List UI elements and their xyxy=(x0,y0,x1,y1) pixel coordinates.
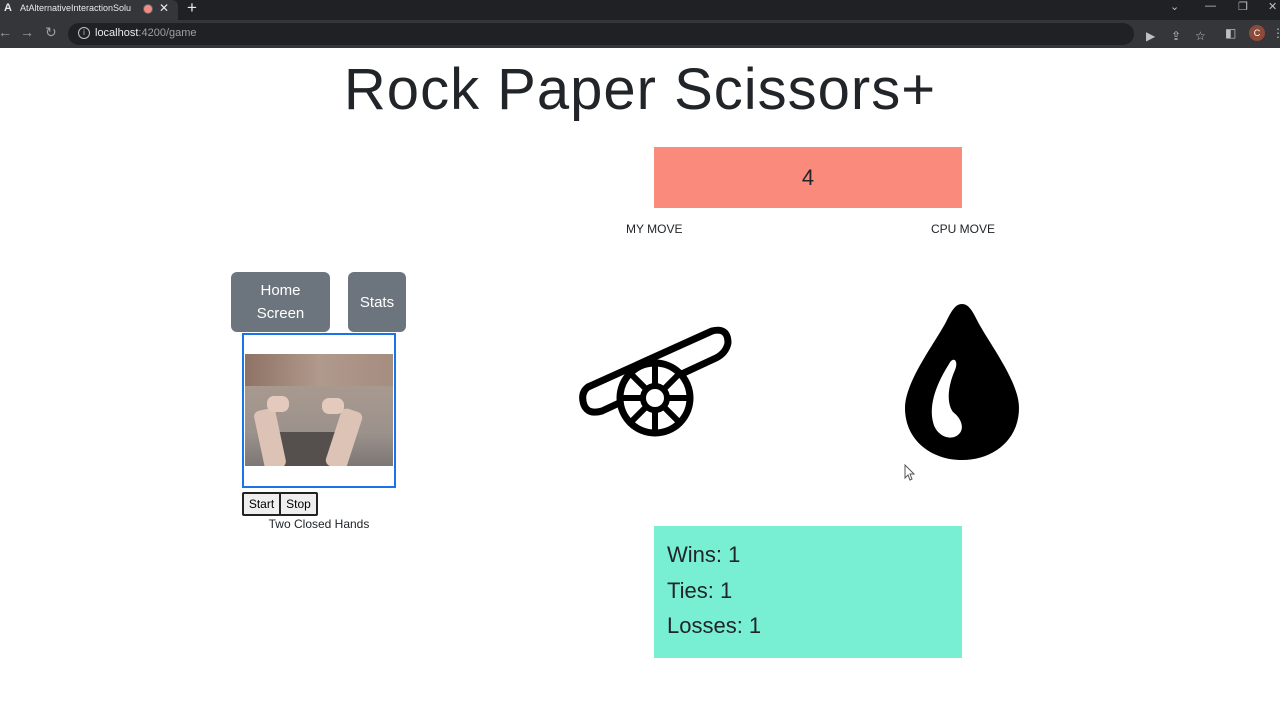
restore-icon[interactable]: ❐ xyxy=(1238,0,1248,13)
stop-button[interactable]: Stop xyxy=(279,492,318,516)
home-screen-label: Home Screen xyxy=(257,279,305,325)
share-icon[interactable]: ⇪ xyxy=(1171,29,1181,43)
webcam-background xyxy=(245,354,393,386)
browser-titlebar: A AtAlternativeInteractionSolu ✕ + ⌄ — ❐… xyxy=(0,0,1280,20)
page-title: Rock Paper Scissors+ xyxy=(343,57,937,122)
stats-button-label: Stats xyxy=(359,293,395,311)
home-screen-label-line2: Screen xyxy=(256,305,305,322)
right-fist xyxy=(322,398,344,414)
webcam-panel xyxy=(242,333,396,488)
browser-toolbar: ← → ↻ i localhost:4200/game ▶ ⇪ ☆ ◧ C ⋮ xyxy=(0,20,1280,48)
angular-logo-icon: A xyxy=(4,2,12,14)
address-bar[interactable]: i localhost:4200/game ▶ ⇪ ☆ xyxy=(68,23,1206,45)
left-fist xyxy=(267,396,289,412)
url-text: localhost:4200/game xyxy=(95,27,197,39)
reload-icon[interactable]: ↻ xyxy=(45,24,57,41)
recording-icon xyxy=(144,5,152,13)
camera-indicator-icon[interactable]: ▶ xyxy=(1146,29,1155,43)
cannon-icon xyxy=(579,326,732,437)
tab-title: AtAlternativeInteractionSolu xyxy=(20,3,132,13)
my-move-label: MY MOVE xyxy=(626,222,683,236)
minimize-icon[interactable]: — xyxy=(1205,0,1216,12)
close-tab-icon[interactable]: ✕ xyxy=(159,1,169,15)
profile-avatar[interactable]: C xyxy=(1249,25,1265,41)
side-panel-icon[interactable]: ◧ xyxy=(1225,26,1236,40)
stats-button[interactable]: Stats xyxy=(348,272,406,332)
url-host: localhost xyxy=(95,27,139,39)
back-icon[interactable]: ← xyxy=(0,24,12,40)
home-screen-label-line1: Home xyxy=(260,282,301,299)
countdown-timer: 4 xyxy=(654,147,962,208)
countdown-value: 4 xyxy=(801,164,815,190)
forward-icon[interactable]: → xyxy=(20,24,34,40)
tab-search-icon[interactable]: ⌄ xyxy=(1170,0,1179,13)
home-screen-button[interactable]: Home Screen xyxy=(231,272,330,332)
site-info-icon[interactable]: i xyxy=(78,27,90,39)
url-path: :4200/game xyxy=(138,27,197,39)
wins-count: Wins: 1 xyxy=(667,542,741,567)
webcam-feed xyxy=(245,354,393,466)
ties-count: Ties: 1 xyxy=(667,578,733,603)
bookmark-star-icon[interactable]: ☆ xyxy=(1195,29,1206,43)
gesture-label: Two Closed Hands xyxy=(268,517,370,531)
browser-tab[interactable]: A AtAlternativeInteractionSolu ✕ xyxy=(0,0,178,20)
cpu-move-label: CPU MOVE xyxy=(931,222,996,236)
menu-icon[interactable]: ⋮ xyxy=(1272,26,1280,40)
water-drop-icon xyxy=(905,304,1019,460)
losses-count: Losses: 1 xyxy=(667,613,762,638)
new-tab-button[interactable]: + xyxy=(187,0,197,18)
score-panel: Wins: 1 Ties: 1 Losses: 1 xyxy=(654,526,962,658)
close-window-icon[interactable]: ✕ xyxy=(1268,0,1277,13)
mouse-cursor-icon xyxy=(904,464,916,481)
start-button[interactable]: Start xyxy=(242,492,281,516)
